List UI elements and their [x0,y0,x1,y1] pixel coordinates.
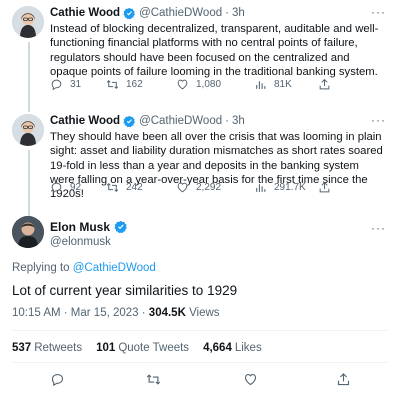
reply-count: 92 [70,181,82,193]
views-count: 291.7K [274,181,306,193]
reply-icon [51,373,64,387]
tweet-text: Instead of blocking decentralized, trans… [50,23,379,78]
author-name[interactable]: Cathie Wood [50,6,120,20]
reply-icon [51,79,62,90]
likes-label: Likes [234,342,262,354]
quotes-count: 101 [96,342,116,354]
more-icon[interactable]: ··· [371,222,386,234]
views-button[interactable]: 81K [254,78,292,91]
replying-to: Replying to @CathieDWood [12,262,156,274]
retweet-button[interactable]: 242 [106,181,143,194]
heart-icon [177,79,188,89]
share-button[interactable] [318,181,331,194]
quotes-label: Quote Tweets [118,342,190,354]
reply-button[interactable]: 92 [50,181,81,194]
avatar[interactable] [12,114,44,146]
like-button[interactable]: 1,080 [176,78,221,91]
retweet-count: 242 [126,181,143,193]
reply-button[interactable]: 31 [50,78,81,91]
tweet-time[interactable]: 3h [232,6,245,20]
tweet-time[interactable]: 3h [232,114,245,128]
retweet-icon [106,79,119,89]
retweets-count: 537 [12,342,32,354]
separator-dot: · [225,115,229,127]
thread-line [28,150,30,220]
views-button[interactable]: 291.7K [254,181,306,194]
views-icon [256,183,266,192]
retweet-button[interactable]: 162 [106,78,143,91]
views-count: 304.5K [148,307,186,319]
replying-to-link[interactable]: @CathieDWood [73,262,156,274]
tweet-timestamp[interactable]: 10:15 AM · Mar 15, 2023 · [12,307,149,319]
avatar[interactable] [12,216,44,248]
verified-badge-icon [123,7,136,20]
divider [12,362,388,363]
thread-line [28,42,30,112]
main-tweet-text: Lot of current year similarities to 1929 [12,283,238,298]
views-count: 81K [274,78,292,90]
share-button[interactable] [318,78,331,91]
replying-prefix: Replying to [12,262,70,274]
share-icon [319,181,330,192]
divider [12,330,388,331]
engagement-stats: 537 Retweets 101 Quote Tweets 4,664 Likes [12,342,262,354]
likes-count: 4,664 [203,342,232,354]
retweets-stat[interactable]: 537 Retweets [12,342,82,354]
share-icon [337,373,350,386]
retweet-icon [146,374,161,385]
like-count: 2,292 [196,181,222,193]
reply-button[interactable] [50,372,65,392]
verified-badge-icon [123,115,136,128]
author-handle[interactable]: @elonmusk [50,236,111,248]
more-icon[interactable]: ··· [371,114,386,126]
retweets-label: Retweets [34,342,83,354]
like-button[interactable] [243,372,258,392]
likes-stat[interactable]: 4,664 Likes [203,342,262,354]
retweet-button[interactable] [146,372,161,392]
reply-count: 31 [70,78,82,90]
more-icon[interactable]: ··· [371,6,386,18]
like-count: 1,080 [196,78,222,90]
retweet-count: 162 [126,78,143,90]
author-name[interactable]: Cathie Wood [50,114,120,128]
views-label: Views [185,307,220,319]
heart-icon [244,373,257,386]
retweet-icon [106,182,119,192]
tweet-meta: 10:15 AM · Mar 15, 2023 · 304.5K Views [12,307,220,319]
author-handle[interactable]: @CathieDWood [139,6,222,20]
quote-tweets-stat[interactable]: 101 Quote Tweets [96,342,189,354]
main-tweet-header: Elon Musk @elonmusk ··· [0,216,400,256]
like-button[interactable]: 2,292 [176,181,221,194]
reply-icon [51,182,62,193]
separator-dot: · [225,7,229,19]
main-tweet-actions [0,372,400,390]
verified-badge-icon [114,220,128,234]
tweet-1[interactable]: Cathie Wood @CathieDWood · 3h ··· Instea… [0,0,400,112]
share-button[interactable] [336,372,351,392]
views-icon [256,80,266,89]
share-icon [319,78,330,89]
author-name-text: Elon Musk [50,220,111,234]
author-name[interactable]: Elon Musk [50,220,128,234]
avatar[interactable] [12,6,44,38]
author-handle[interactable]: @CathieDWood [139,114,222,128]
heart-icon [177,182,188,192]
